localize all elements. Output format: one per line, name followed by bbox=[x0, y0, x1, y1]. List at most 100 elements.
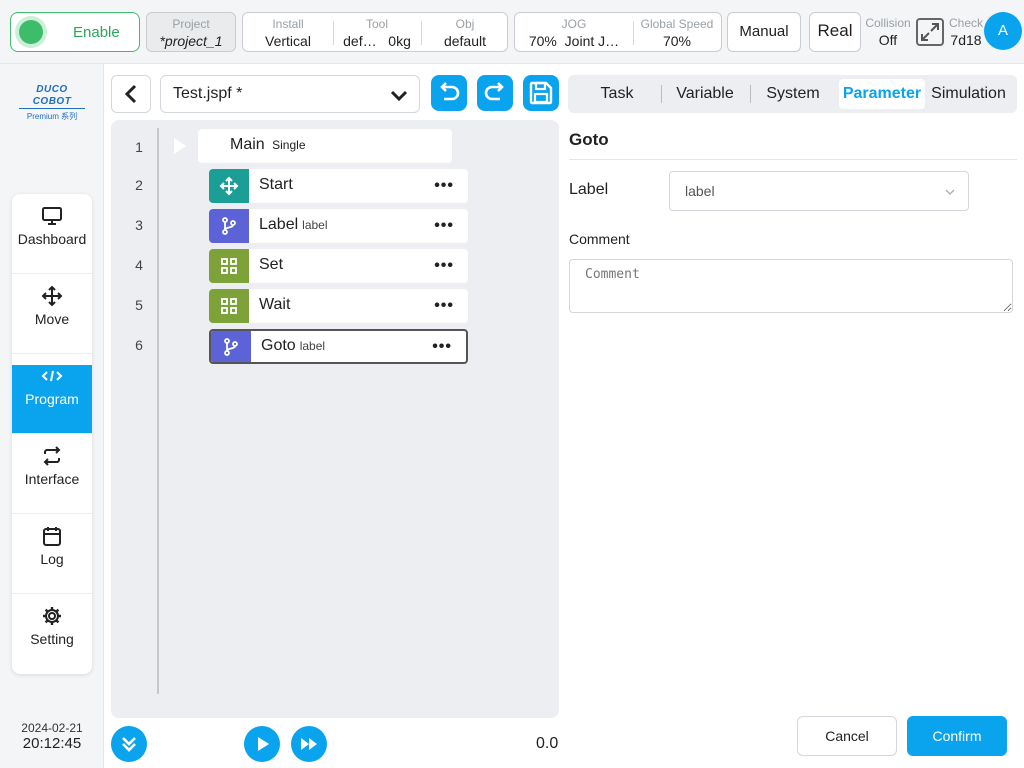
block-set[interactable]: Set ••• bbox=[209, 249, 468, 283]
collision-status[interactable]: Collision Off bbox=[864, 12, 912, 52]
block-goto[interactable]: Goto label ••• bbox=[209, 329, 468, 364]
comment-caption: Comment bbox=[569, 231, 630, 247]
double-chevron-down-icon bbox=[122, 737, 136, 752]
tab-system[interactable]: System bbox=[754, 79, 832, 109]
avatar[interactable]: A bbox=[984, 12, 1022, 50]
more-icon[interactable]: ••• bbox=[434, 177, 454, 195]
jog-speed: 70% bbox=[528, 33, 557, 49]
tab-variable[interactable]: Variable bbox=[665, 79, 745, 109]
collision-caption: Collision bbox=[865, 16, 911, 30]
install-value: Vertical bbox=[265, 33, 311, 49]
collapse-arrow-icon[interactable] bbox=[172, 137, 188, 155]
fast-forward-icon bbox=[301, 738, 317, 750]
redo-button[interactable] bbox=[477, 75, 513, 111]
nav-item-program[interactable]: Program bbox=[12, 365, 92, 434]
block-main[interactable]: Main Single bbox=[198, 129, 452, 163]
panel-title: Goto bbox=[569, 130, 609, 149]
expand-icon[interactable] bbox=[916, 18, 944, 46]
move-icon bbox=[209, 169, 249, 203]
step-down-button[interactable] bbox=[111, 726, 147, 762]
jog-caption: JOG bbox=[561, 17, 587, 31]
block-start[interactable]: Start ••• bbox=[209, 169, 468, 203]
avatar-letter: A bbox=[997, 22, 1008, 39]
nav-item-interface[interactable]: Interface bbox=[12, 445, 92, 514]
more-icon[interactable]: ••• bbox=[434, 257, 454, 275]
enable-button[interactable]: Enable bbox=[10, 12, 140, 52]
more-icon[interactable]: ••• bbox=[434, 297, 454, 315]
tab-simulation[interactable]: Simulation bbox=[928, 79, 1009, 109]
grid-icon bbox=[209, 249, 249, 283]
play-button[interactable] bbox=[244, 726, 280, 762]
tab-task[interactable]: Task bbox=[576, 79, 658, 109]
back-button[interactable] bbox=[111, 75, 151, 113]
save-button[interactable] bbox=[523, 75, 559, 111]
project-selector[interactable]: Project *project_1 bbox=[146, 12, 236, 52]
nav-label-program: Program bbox=[25, 391, 79, 407]
block-tag: Single bbox=[272, 138, 306, 152]
more-icon[interactable]: ••• bbox=[432, 338, 452, 356]
block-label[interactable]: Label label ••• bbox=[209, 209, 468, 243]
real-label: Real bbox=[817, 21, 853, 40]
nav-item-dashboard[interactable]: Dashboard bbox=[12, 205, 92, 274]
row-number: 4 bbox=[135, 257, 143, 273]
row-number: 2 bbox=[135, 177, 143, 193]
comment-field[interactable] bbox=[569, 259, 1013, 313]
project-caption: Project bbox=[172, 17, 210, 31]
file-name: Test.jspf * bbox=[173, 85, 243, 102]
tab-parameter[interactable]: Parameter bbox=[839, 79, 925, 109]
file-select[interactable]: Test.jspf * bbox=[160, 75, 420, 113]
nav-label-dashboard: Dashboard bbox=[17, 231, 87, 247]
save-icon bbox=[529, 81, 553, 105]
panel-tabs: Task Variable System Parameter Simulatio… bbox=[568, 75, 1017, 113]
confirm-button[interactable]: Confirm bbox=[907, 716, 1007, 756]
block-name: Main bbox=[230, 136, 265, 153]
clock: 2024-02-21 20:12:45 bbox=[0, 721, 104, 752]
tree-line bbox=[157, 128, 159, 694]
block-name: Set bbox=[259, 256, 284, 273]
nav-item-move[interactable]: Move bbox=[12, 285, 92, 354]
gear-icon bbox=[12, 605, 92, 627]
nav-label-interface: Interface bbox=[24, 471, 80, 487]
monitor-icon bbox=[12, 205, 92, 227]
brand-logo: DUCO COBOT Premium 系列 bbox=[0, 84, 104, 122]
manual-mode-button[interactable]: Manual bbox=[727, 12, 801, 52]
top-bar: Enable Project *project_1 Install Vertic… bbox=[0, 0, 1024, 64]
manual-label: Manual bbox=[739, 23, 789, 40]
block-name: Wait bbox=[259, 296, 291, 313]
obj-caption: Obj bbox=[455, 17, 475, 31]
tool-load: 0kg bbox=[388, 33, 411, 49]
progress-value: 0.0 bbox=[536, 735, 559, 752]
install-caption: Install bbox=[272, 17, 304, 31]
check-caption: Check bbox=[948, 16, 983, 30]
block-name: Start bbox=[259, 176, 293, 193]
real-mode-button[interactable]: Real bbox=[809, 12, 861, 52]
tool-caption: Tool bbox=[365, 17, 388, 31]
more-icon[interactable]: ••• bbox=[434, 217, 454, 235]
tool-name: def… bbox=[343, 33, 377, 49]
nav-label-log: Log bbox=[40, 551, 64, 567]
sidebar: DUCO COBOT Premium 系列 Dashboard Move Pro… bbox=[0, 64, 104, 768]
chevron-left-icon bbox=[124, 84, 137, 104]
undo-button[interactable] bbox=[431, 75, 467, 111]
branch-icon bbox=[209, 209, 249, 243]
fast-forward-button[interactable] bbox=[291, 726, 327, 762]
nav-label-setting: Setting bbox=[30, 631, 74, 647]
check-status[interactable]: Check 7d18 bbox=[947, 12, 985, 52]
undo-icon bbox=[440, 82, 460, 101]
brand-sub: Premium 系列 bbox=[26, 112, 78, 121]
enable-indicator-icon bbox=[19, 20, 43, 44]
install-tool-obj-panel[interactable]: Install Vertical Tool def… 0kg Obj defau… bbox=[242, 12, 508, 52]
brand-name: DUCO COBOT bbox=[19, 84, 85, 109]
cancel-button[interactable]: Cancel bbox=[797, 716, 897, 756]
block-tag: label bbox=[299, 339, 326, 353]
nav-item-setting[interactable]: Setting bbox=[12, 605, 92, 674]
project-name: *project_1 bbox=[159, 33, 223, 49]
nav-item-log[interactable]: Log bbox=[12, 525, 92, 594]
block-wait[interactable]: Wait ••• bbox=[209, 289, 468, 323]
label-select[interactable]: label bbox=[669, 171, 969, 211]
jog-speed-panel[interactable]: JOG 70% Joint J… Global Speed 70% bbox=[514, 12, 722, 52]
grid-icon bbox=[209, 289, 249, 323]
enable-label: Enable bbox=[73, 24, 120, 41]
label-select-value: label bbox=[685, 183, 715, 199]
block-name: Goto bbox=[261, 337, 296, 354]
